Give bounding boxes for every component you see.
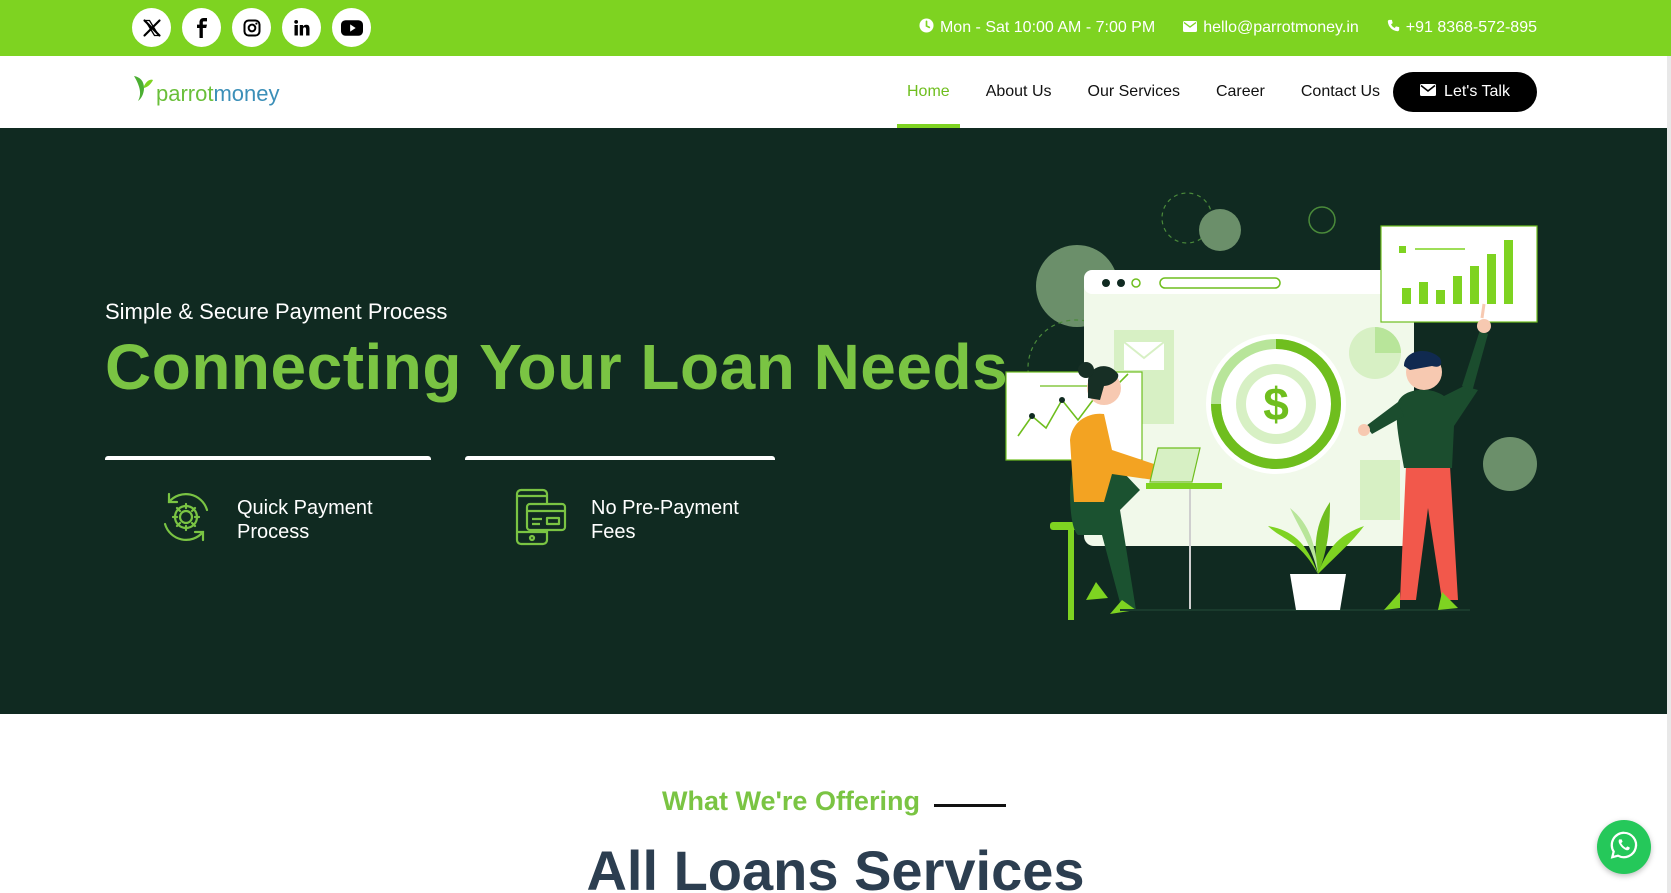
youtube-icon[interactable] [332,8,371,47]
email-text: hello@parrotmoney.in [1203,19,1359,36]
envelope-icon [1183,19,1198,37]
email-link[interactable]: hello@parrotmoney.in [1183,18,1359,38]
hero-subtitle: Simple & Secure Payment Process [105,299,448,324]
services-section: What We're Offering All Loans Services [0,714,1671,893]
scrollbar[interactable] [1667,56,1671,893]
hero-title: Connecting Your Loan Needs [105,331,1009,403]
x-twitter-icon[interactable] [132,8,171,47]
hours-text: Mon - Sat 10:00 AM - 7:00 PM [939,19,1156,36]
phone-icon [1387,19,1400,37]
instagram-icon[interactable] [232,8,271,47]
lets-talk-button[interactable]: Let's Talk [1393,72,1537,112]
feature-top-bar [105,456,431,460]
business-hours: Mon - Sat 10:00 AM - 7:00 PM [919,18,1155,38]
finance-illustration: $ [1005,192,1538,620]
nav-home[interactable]: Home [889,56,968,128]
top-bar: Mon - Sat 10:00 AM - 7:00 PM hello@parro… [0,0,1671,56]
contact-info: Mon - Sat 10:00 AM - 7:00 PM hello@parro… [919,18,1537,38]
section-eyebrow: What We're Offering [662,786,920,816]
clock-icon [919,18,934,38]
svg-text:$: $ [1263,378,1289,430]
lets-talk-label: Let's Talk [1444,83,1510,100]
mobile-card-icon [511,488,569,546]
whatsapp-icon [1609,830,1639,865]
phone-text: +91 8368-572-895 [1405,19,1537,36]
social-links [132,8,371,47]
feature-card-quick-payment: Quick Payment Process [105,456,431,556]
parrot-leaf-icon [132,74,154,107]
facebook-icon[interactable] [182,8,221,47]
whatsapp-chat-button[interactable] [1597,820,1651,874]
feature-label: Quick Payment Process [237,497,373,543]
envelope-icon [1420,83,1437,101]
eyebrow-divider [934,804,1006,807]
nav-our-services[interactable]: Our Services [1070,56,1198,128]
feature-top-bar [465,456,775,460]
feature-label: No Pre-Payment Fees [591,497,739,543]
main-nav: Home About Us Our Services Career Contac… [889,56,1398,128]
gear-refresh-icon [157,488,215,546]
nav-about-us[interactable]: About Us [968,56,1070,128]
section-title: All Loans Services [586,839,1085,893]
phone-link[interactable]: +91 8368-572-895 [1387,18,1537,38]
feature-card-no-prepayment: No Pre-Payment Fees [465,456,775,556]
logo-text: parrotmoney [156,81,280,106]
hero-section: Simple & Secure Payment Process Connecti… [0,128,1671,714]
logo[interactable]: parrotmoney [132,74,280,107]
linkedin-icon[interactable] [282,8,321,47]
site-header: parrotmoney Home About Us Our Services C… [0,56,1671,128]
nav-contact-us[interactable]: Contact Us [1283,56,1398,128]
nav-career[interactable]: Career [1198,56,1283,128]
